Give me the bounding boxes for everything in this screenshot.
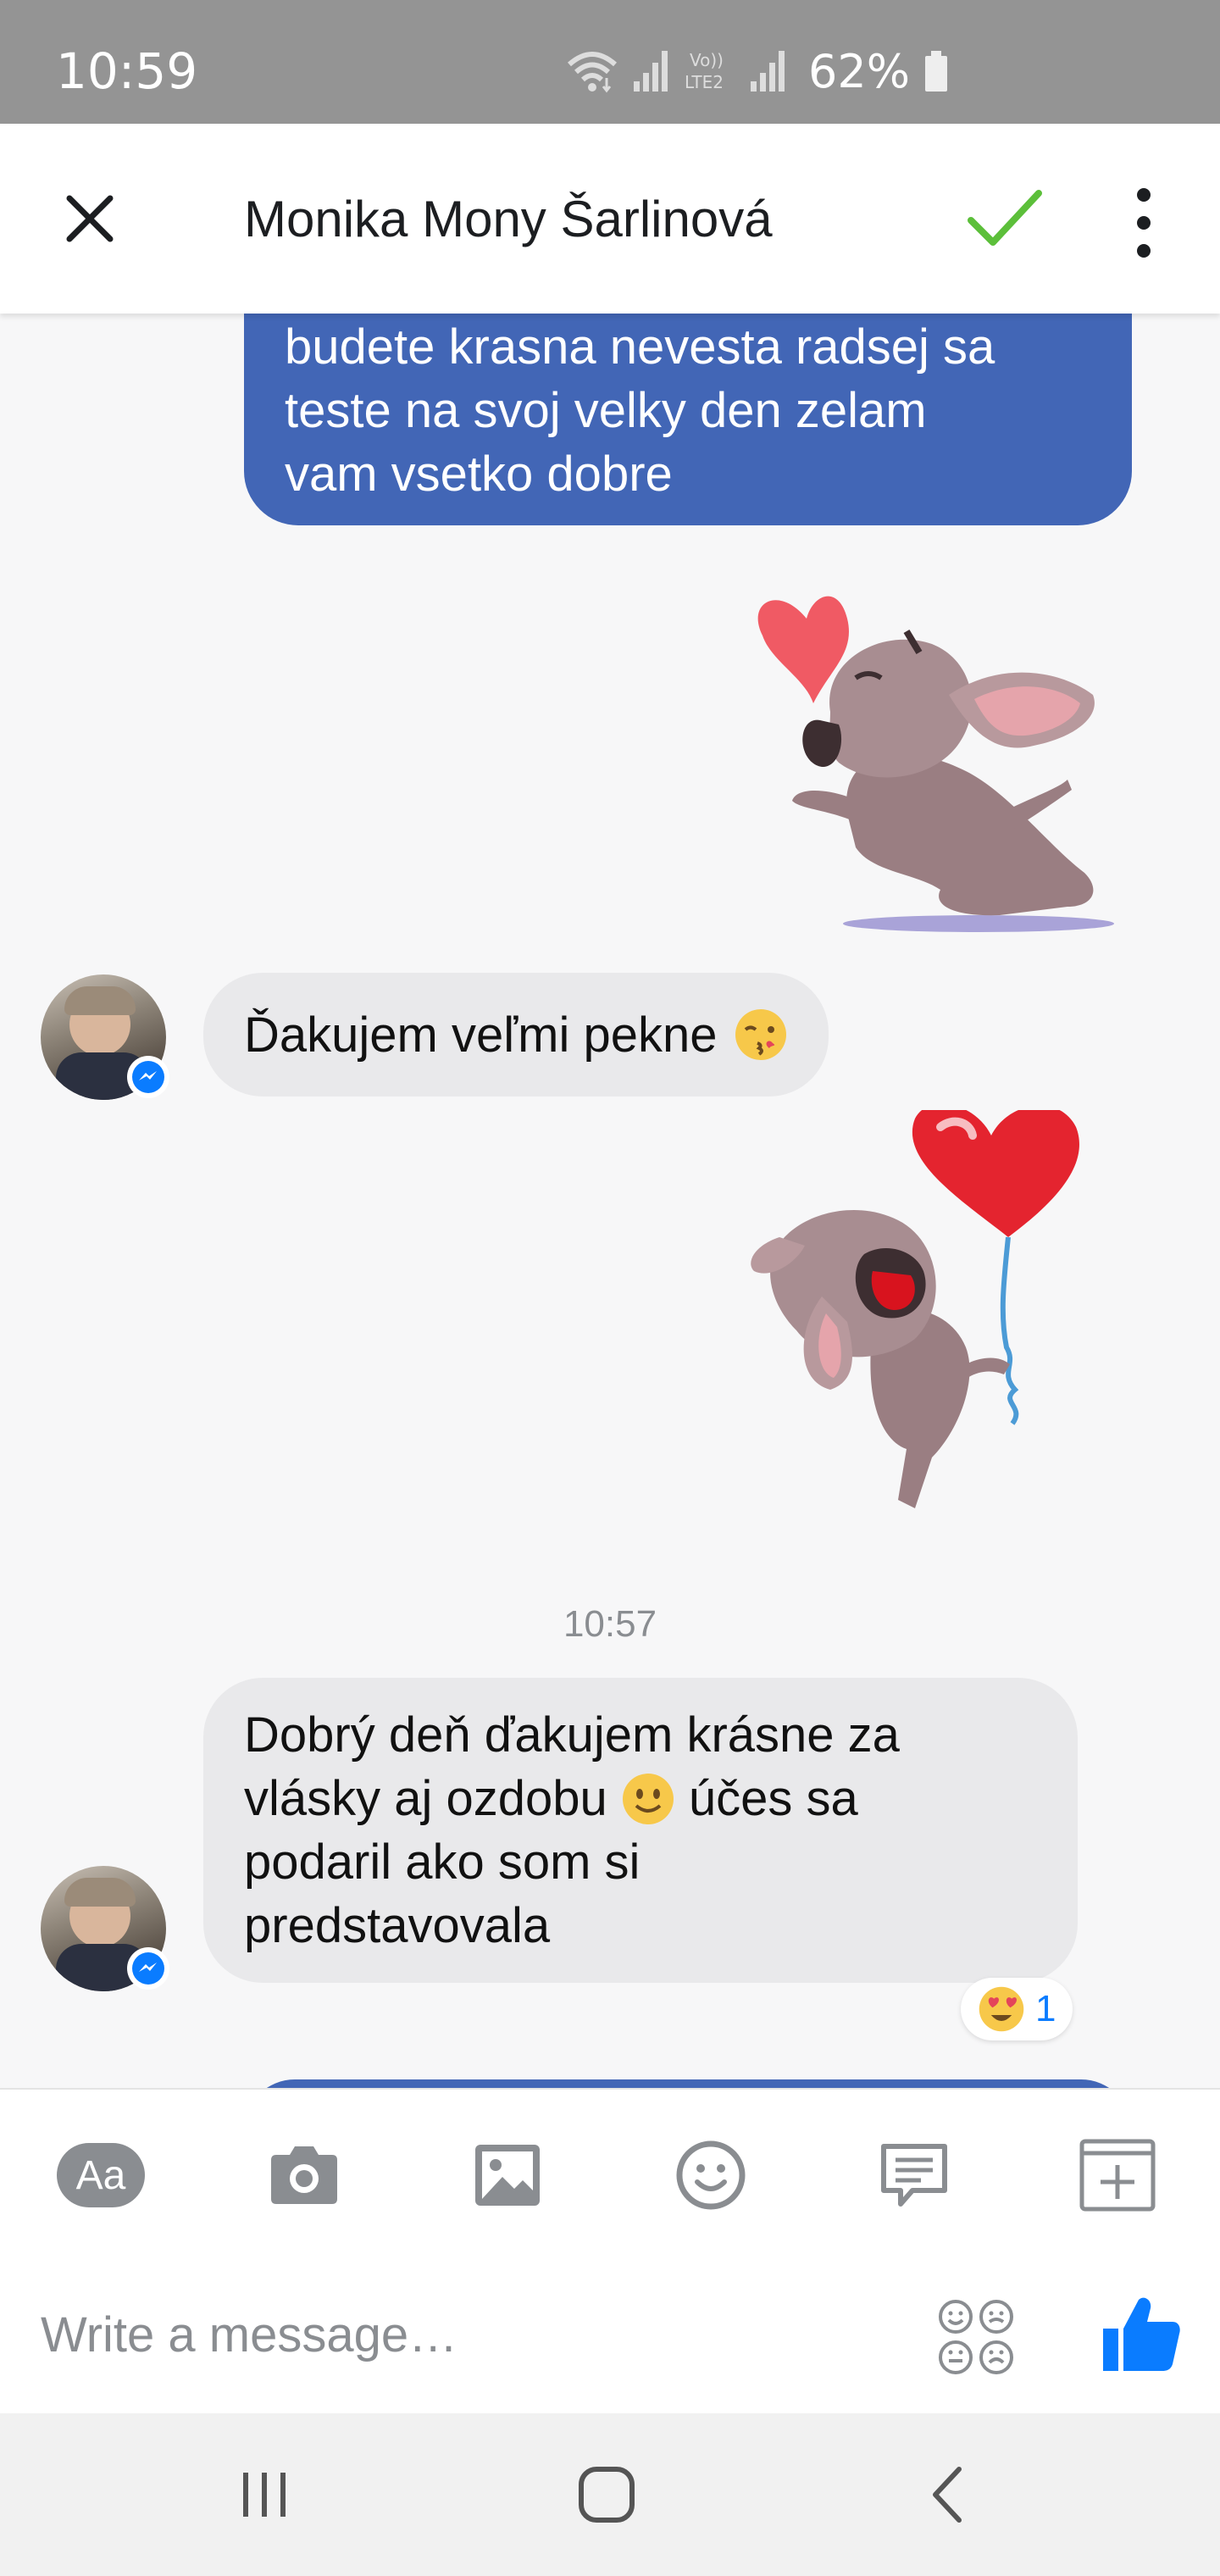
signal-icon-2 xyxy=(751,51,785,92)
reaction-count: 1 xyxy=(1035,1988,1056,2029)
message-list[interactable]: budete krasna nevesta radsej sa teste na… xyxy=(0,314,1220,2088)
message-input-row: Write a message… xyxy=(0,2257,1220,2413)
message-line: predstavovala xyxy=(244,1898,551,1953)
dog-blowing-kiss-heart-sticker[interactable] xyxy=(746,568,1144,941)
message-line: budete krasna nevesta radsej sa xyxy=(285,319,995,375)
check-icon[interactable] xyxy=(966,186,1042,249)
more-vertical-icon[interactable] xyxy=(1127,185,1161,261)
more-add-icon[interactable] xyxy=(1071,2129,1164,2222)
message-line: teste na svoj velky den zelam xyxy=(285,383,927,438)
message-line: vam vsetko dobre xyxy=(285,447,673,502)
aa-label: Aa xyxy=(57,2143,145,2207)
avatar[interactable] xyxy=(41,974,169,1100)
battery-icon xyxy=(925,51,948,92)
recent-apps-icon[interactable] xyxy=(230,2461,298,2529)
close-icon[interactable] xyxy=(61,190,119,247)
reaction-pill[interactable]: 1 xyxy=(961,1978,1073,2040)
incoming-message[interactable]: Dobrý deň ďakujem krásne za vlásky aj oz… xyxy=(203,1678,1078,1983)
message-input[interactable]: Write a message… xyxy=(41,2307,458,2363)
heart-eyes-emoji xyxy=(979,1986,1024,2032)
text-format-icon[interactable]: Aa xyxy=(54,2129,147,2222)
slightly-smiling-emoji xyxy=(622,1773,674,1824)
svg-text:LTE2: LTE2 xyxy=(685,72,724,92)
status-time: 10:59 xyxy=(56,42,198,100)
conversation-header: Monika Mony Šarlinová xyxy=(0,124,1220,314)
camera-icon[interactable] xyxy=(258,2129,351,2222)
emoji-icon[interactable] xyxy=(664,2129,757,2222)
battery-percent: 62% xyxy=(808,44,911,98)
messenger-badge-icon xyxy=(127,1056,169,1098)
emoji-set-icon[interactable] xyxy=(935,2296,1017,2378)
gallery-icon[interactable] xyxy=(461,2129,554,2222)
avatar[interactable] xyxy=(41,1866,169,1991)
conversation-title: Monika Mony Šarlinová xyxy=(244,191,773,247)
incoming-message[interactable]: Ďakujem veľmi pekne xyxy=(203,973,829,1096)
wifi-icon xyxy=(568,52,617,93)
outgoing-message[interactable]: budete krasna nevesta radsej sa teste na… xyxy=(244,314,1132,525)
like-icon[interactable] xyxy=(1098,2291,1183,2376)
message-line: Dobrý deň ďakujem krásne za xyxy=(244,1707,900,1763)
message-text: Ďakujem veľmi pekne xyxy=(244,1007,718,1063)
message-line: vlásky aj ozdobu xyxy=(244,1771,607,1826)
message-line-with-emoji: vlásky aj ozdobu účes sa xyxy=(244,1767,1037,1830)
message-line: účes sa xyxy=(688,1771,858,1826)
outgoing-message[interactable] xyxy=(244,2079,1132,2088)
dog-heart-balloon-sticker[interactable] xyxy=(746,1110,1118,1517)
status-icons: Vo)) LTE2 62% xyxy=(566,44,949,98)
system-nav-bar xyxy=(0,2413,1220,2576)
svg-text:Vo)): Vo)) xyxy=(690,50,724,70)
message-line: podaril ako som si xyxy=(244,1835,640,1890)
home-icon[interactable] xyxy=(573,2461,640,2529)
status-bar: 10:59 Vo)) LTE2 62% xyxy=(0,0,1220,124)
messenger-badge-icon xyxy=(127,1947,169,1990)
composer-toolbar: Aa xyxy=(0,2088,1220,2257)
signal-icon xyxy=(634,51,668,92)
kissing-wink-emoji xyxy=(735,1009,787,1060)
back-icon[interactable] xyxy=(915,2461,983,2529)
volte-icon: Vo)) LTE2 xyxy=(685,50,724,92)
quick-reply-icon[interactable] xyxy=(868,2129,961,2222)
timestamp: 10:57 xyxy=(563,1603,657,1645)
